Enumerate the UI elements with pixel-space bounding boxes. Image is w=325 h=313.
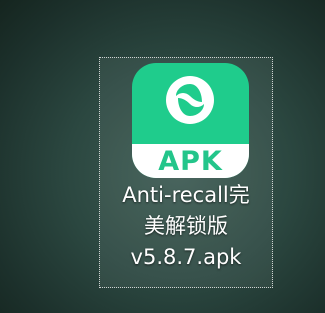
file-name-line-1: Anti-recall完 <box>122 183 250 207</box>
file-name-line-3: v5.8.7.apk <box>130 245 242 269</box>
apk-logo-icon <box>166 76 214 124</box>
desktop-file-icon-selected[interactable]: APK Anti-recall完 美解锁版 v5.8.7.apk <box>99 57 273 288</box>
apk-badge-text: APK <box>158 145 223 177</box>
file-name-label[interactable]: Anti-recall完 美解锁版 v5.8.7.apk <box>100 180 272 273</box>
apk-file-icon[interactable]: APK <box>132 63 249 178</box>
desktop: APK Anti-recall完 美解锁版 v5.8.7.apk <box>0 0 325 313</box>
file-name-line-2: 美解锁版 <box>144 214 228 238</box>
apk-badge: APK <box>132 144 249 178</box>
